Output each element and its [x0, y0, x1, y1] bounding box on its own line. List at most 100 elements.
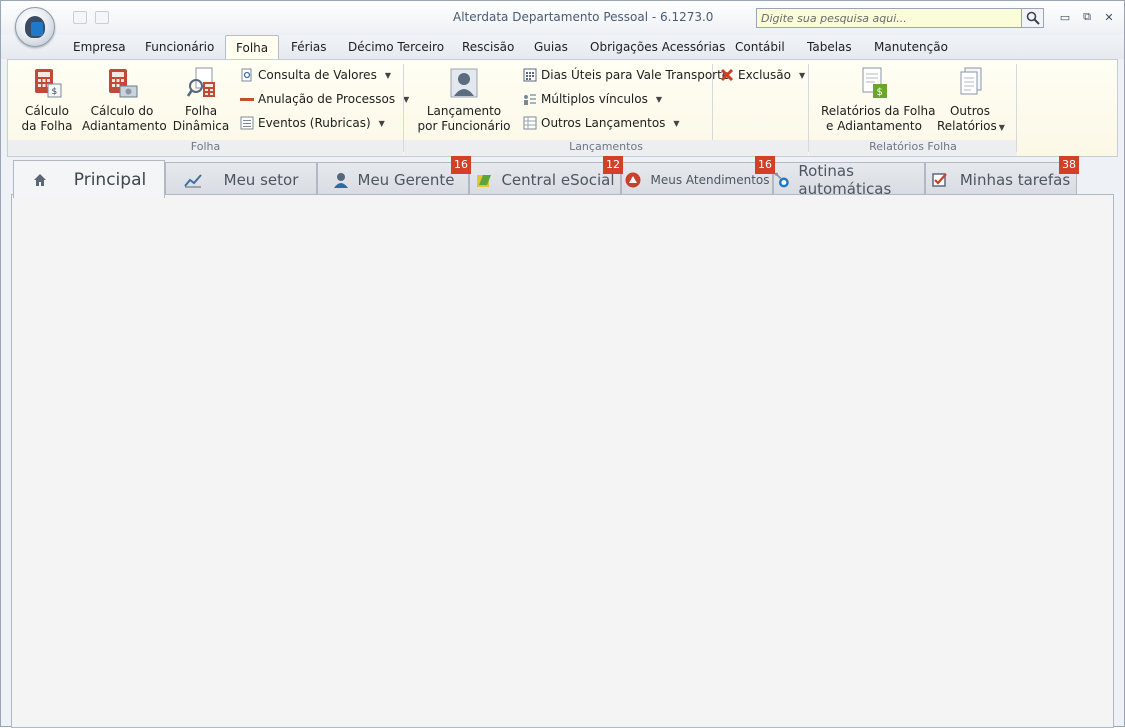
search-box — [756, 8, 1044, 28]
close-icon: ✕ — [1104, 10, 1114, 24]
exclusao-label: Exclusão — [738, 68, 791, 82]
employee-card-icon — [447, 66, 481, 100]
menu-rescisao[interactable]: Rescisão — [462, 40, 514, 54]
search-input[interactable] — [757, 9, 1021, 27]
app-menu-button[interactable] — [15, 7, 55, 47]
folha-dinamica-label-2: Dinâmica — [172, 119, 230, 133]
folder-icon[interactable] — [95, 11, 109, 24]
person-icon — [333, 172, 348, 188]
relatorios-folha-label-2: e Adiantamento — [826, 119, 922, 133]
routine-icon — [774, 172, 789, 187]
ribbon-group-folha: $ Cálculo da Folha Cálculo do Adiantamen… — [8, 60, 409, 156]
tab-label: Meu Gerente — [357, 170, 455, 189]
minimize-icon: ▭ — [1059, 10, 1071, 24]
home-icon — [33, 173, 46, 186]
minimize-button[interactable]: ▭ — [1058, 10, 1072, 24]
search-icon — [1026, 11, 1040, 25]
menu-funcionario[interactable]: Funcionário — [145, 40, 214, 54]
restore-icon: ⧉ — [1083, 10, 1091, 23]
app-window: Alterdata Departamento Pessoal - 6.1273.… — [0, 0, 1125, 728]
outros-lancamentos-button[interactable]: Outros Lançamentos ▼ — [523, 116, 680, 130]
outros-relatorios-label-2: Relatórios — [937, 119, 997, 133]
quick-access-toolbar — [73, 11, 109, 24]
exclusao-button[interactable]: Exclusão ▼ — [720, 68, 805, 82]
window-title: Alterdata Departamento Pessoal - 6.1273.… — [453, 10, 714, 24]
menu-ferias[interactable]: Férias — [291, 40, 327, 54]
tab-label: Rotinas automáticas — [798, 161, 892, 198]
menu-obrigacoes-acessorias[interactable]: Obrigações Acessórias — [590, 40, 725, 54]
dropdown-arrow-icon: ▼ — [655, 94, 663, 104]
menu-decimo-terceiro[interactable]: Décimo Terceiro — [348, 40, 444, 54]
dias-uteis-label: Dias Úteis para Vale Transporte — [541, 68, 730, 82]
grid-icon[interactable] — [73, 11, 87, 24]
tab-meu-gerente[interactable]: Meu Gerente 16 — [317, 156, 471, 196]
ribbon: $ Cálculo da Folha Cálculo do Adiantamen… — [7, 59, 1118, 157]
menu-folha[interactable]: Folha — [225, 35, 280, 60]
tab-label: Principal — [73, 169, 147, 190]
dropdown-arrow-icon: ▼ — [798, 70, 806, 80]
folha-dinamica-button[interactable]: Folha Dinâmica — [168, 66, 234, 134]
tab-label: Central eSocial — [501, 170, 615, 189]
ribbon-group-relatorios: $ Relatórios da Folha e Adiantamento Out… — [809, 60, 1017, 156]
delete-x-icon — [720, 68, 734, 82]
notification-badge: 38 — [1059, 156, 1079, 174]
tab-meus-atendimentos[interactable]: Meus Atendimentos 16 — [621, 156, 775, 196]
outros-lancamentos-label: Outros Lançamentos — [541, 116, 666, 130]
tab-rotinas-automaticas[interactable]: Rotinas automáticas — [773, 161, 925, 198]
chart-icon — [183, 173, 202, 187]
menu-manutencao[interactable]: Manutenção — [874, 40, 948, 54]
report-money-icon: $ — [857, 66, 891, 100]
eventos-rubricas-label: Eventos (Rubricas) — [258, 116, 371, 130]
calculo-adiantamento-label-2: Adiantamento — [82, 119, 167, 133]
multiplos-vinculos-label: Múltiplos vínculos — [541, 92, 648, 106]
outros-relatorios-button[interactable]: Outros Relatórios ▼ — [937, 66, 1005, 135]
svg-text:$: $ — [877, 87, 883, 98]
menu-empresa[interactable]: Empresa — [73, 40, 126, 54]
dropdown-arrow-icon: ▼ — [998, 123, 1005, 132]
consulta-valores-label: Consulta de Valores — [258, 68, 377, 82]
calculo-folha-button[interactable]: $ Cálculo da Folha — [14, 66, 80, 134]
close-button[interactable]: ✕ — [1102, 10, 1116, 24]
ribbon-group-label-folha: Folha — [8, 140, 403, 156]
reports-stack-icon — [953, 66, 987, 100]
svg-text:$: $ — [52, 87, 58, 97]
calculo-adiantamento-label-1: Cálculo do — [90, 104, 154, 118]
calculo-folha-label-1: Cálculo — [25, 104, 69, 118]
tab-meu-setor[interactable]: Meu setor — [165, 162, 317, 196]
eventos-rubricas-button[interactable]: Eventos (Rubricas) ▼ — [240, 116, 385, 130]
tab-principal[interactable]: Principal — [13, 160, 165, 198]
calculo-adiantamento-button[interactable]: Cálculo do Adiantamento — [82, 66, 167, 134]
restore-button[interactable]: ⧉ — [1080, 10, 1094, 23]
document-search-icon — [240, 68, 254, 82]
menu-guias[interactable]: Guias — [534, 40, 568, 54]
multiplos-vinculos-button[interactable]: Múltiplos vínculos ▼ — [523, 92, 662, 106]
relatorios-folha-button[interactable]: $ Relatórios da Folha e Adiantamento — [821, 66, 936, 134]
links-icon — [523, 92, 537, 106]
dropdown-arrow-icon: ▼ — [673, 118, 680, 128]
tab-minhas-tarefas[interactable]: Minhas tarefas 38 — [925, 156, 1079, 196]
menu-contabil[interactable]: Contábil — [735, 40, 785, 54]
dropdown-arrow-icon: ▼ — [378, 118, 385, 128]
title-bar: Alterdata Departamento Pessoal - 6.1273.… — [1, 1, 1124, 35]
search-button[interactable] — [1021, 9, 1043, 27]
tab-central-esocial[interactable]: Central eSocial 12 — [469, 156, 623, 196]
lancamento-funcionario-label-2: por Funcionário — [417, 119, 511, 133]
dynamic-sheet-icon — [184, 66, 218, 100]
lancamento-funcionario-button[interactable]: Lançamento por Funcionário — [414, 66, 514, 134]
lancamento-funcionario-label-1: Lançamento — [426, 104, 502, 118]
ribbon-group-label-relatorios: Relatórios Folha — [809, 140, 1017, 156]
ribbon-group-label-lancamentos: Lançamentos — [404, 140, 808, 156]
content-tab-strip: Principal Meu setor Meu Gerente 16 Centr… — [11, 156, 1116, 198]
menu-bar: Empresa Funcionário Folha Férias Décimo … — [1, 35, 1124, 60]
folha-dinamica-label-1: Folha — [184, 104, 218, 118]
dias-uteis-button[interactable]: Dias Úteis para Vale Transporte — [523, 68, 729, 82]
calculo-folha-label-2: da Folha — [21, 119, 73, 133]
list-icon — [240, 116, 254, 130]
menu-tabelas[interactable]: Tabelas — [807, 40, 852, 54]
anulacao-processos-button[interactable]: Anulação de Processos ▼ — [240, 92, 409, 106]
consulta-valores-button[interactable]: Consulta de Valores ▼ — [240, 68, 391, 82]
outros-relatorios-label-1: Outros — [949, 104, 991, 118]
anulacao-processos-label: Anulação de Processos — [258, 92, 396, 106]
table-icon — [523, 116, 537, 130]
tab-label: Meus Atendimentos — [650, 172, 770, 187]
